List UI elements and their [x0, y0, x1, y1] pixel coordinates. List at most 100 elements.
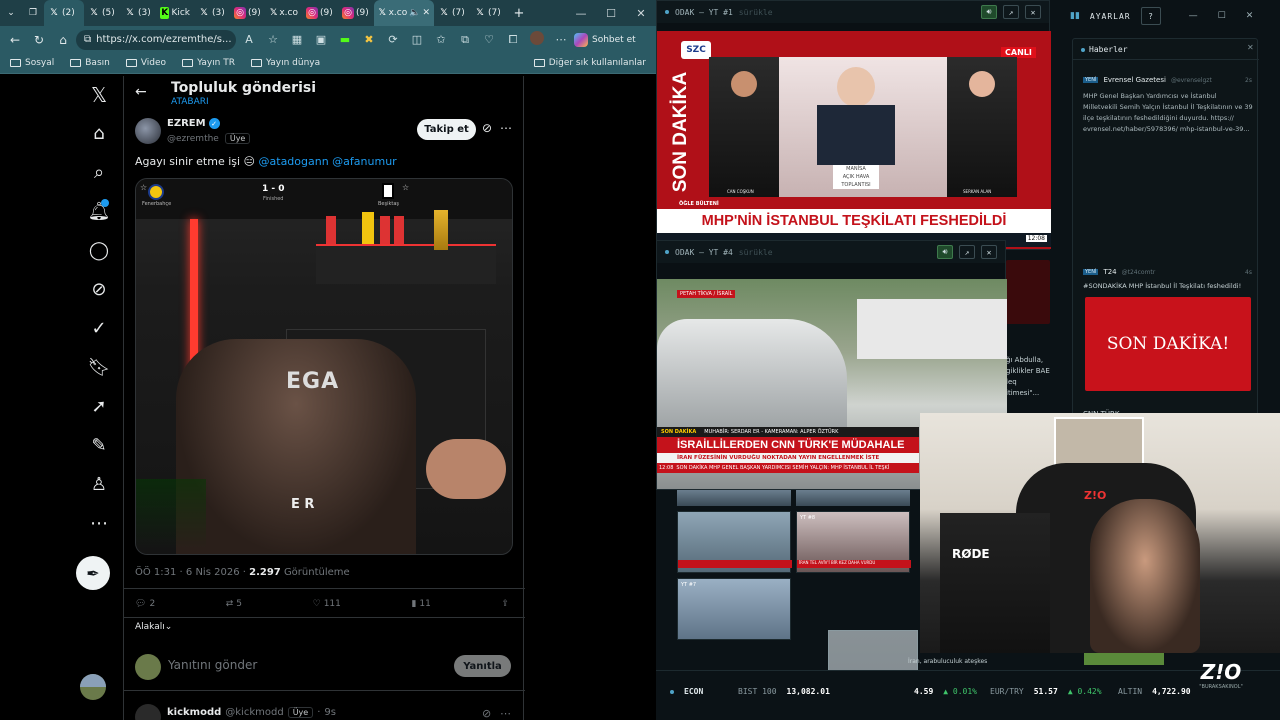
bookmark-folder-yayin-dunya[interactable]: Yayın dünya [250, 58, 320, 68]
tab-actions-menu[interactable]: ⌄ [0, 0, 22, 26]
grok-analyze-icon[interactable]: ⊘ [482, 121, 492, 135]
tab-close-icon[interactable]: ✕ [422, 8, 430, 18]
popout-icon[interactable]: ↗ [959, 245, 975, 259]
read-aloud-icon[interactable]: A [238, 33, 260, 46]
account-avatar[interactable] [80, 674, 106, 700]
bookmark-folder-yayin-tr[interactable]: Yayın TR [182, 58, 235, 68]
reply-button[interactable]: 💬︎ 2 [135, 599, 155, 609]
bookmark-folder-video[interactable]: Video [125, 58, 166, 68]
reply-avatar[interactable] [135, 704, 161, 720]
maximize-button[interactable]: ☐ [596, 7, 626, 20]
sound-toggle-icon[interactable]: 🔊︎ [937, 245, 953, 259]
sound-toggle-icon[interactable]: 🔊︎ [981, 5, 997, 19]
x-logo-icon[interactable]: 𝕏 [84, 80, 114, 110]
new-tab-button[interactable]: + [506, 0, 532, 26]
extension-2-icon[interactable]: ▣ [310, 33, 332, 46]
like-button[interactable]: ♡ 111 [313, 599, 341, 609]
follow-button[interactable]: Takip et [417, 119, 476, 140]
copilot-chat-button[interactable]: Sohbet et [574, 32, 636, 47]
community-name[interactable]: ATABARI [171, 97, 209, 107]
messages-icon[interactable]: ◯ [84, 235, 114, 265]
favorites-icon[interactable]: ✩ [430, 33, 452, 46]
back-icon[interactable]: ← [4, 33, 26, 47]
extension-5-icon[interactable]: ⟳ [382, 33, 404, 46]
news-item-text[interactable]: MHP Genel Başkan Yardımcısı ve İstanbul … [1083, 91, 1253, 135]
articles-icon[interactable]: ✎ [84, 430, 114, 460]
minimize-button[interactable]: — [1189, 11, 1198, 21]
reply-submit-button[interactable]: Yanıtla [454, 655, 511, 677]
close-window-button[interactable]: ✕ [1246, 11, 1254, 21]
business-rocket-icon[interactable]: ➚ [84, 391, 114, 421]
home-icon[interactable]: ⌂ [84, 118, 114, 148]
close-video-icon[interactable]: ✕ [981, 245, 997, 259]
news-item-text[interactable]: #SONDAKİKA MHP İstanbul İl Teşkilatı fes… [1083, 282, 1253, 290]
video-header[interactable]: ODAK — YT #1 sürükle 🔊︎ ↗ ✕ [657, 1, 1049, 23]
grok-analyze-icon[interactable]: ⊘ [482, 707, 491, 720]
bookmark-folder-other[interactable]: Diğer sık kullanılanlar [533, 58, 646, 68]
news-panel-close-icon[interactable]: ✕ [1247, 43, 1254, 52]
bookmark-folder-basin[interactable]: Basın [70, 58, 110, 68]
bookmark-button[interactable]: ▮ 11 [411, 599, 430, 609]
grok-icon[interactable]: ⊘ [84, 274, 114, 304]
extension-1-icon[interactable]: ▦ [286, 33, 308, 46]
more-options-icon[interactable]: ⋯ [500, 121, 512, 135]
home-icon[interactable]: ⌂ [52, 33, 74, 47]
minimize-button[interactable]: — [566, 7, 596, 20]
maximize-button[interactable]: ☐ [1218, 11, 1226, 21]
video-header[interactable]: ODAK — YT #4 sürükle 🔊︎ ↗ ✕ [657, 241, 1005, 263]
split-screen-icon[interactable]: ◫ [406, 33, 428, 46]
explore-search-icon[interactable]: ⌕ [84, 157, 114, 187]
thumbnail-1[interactable] [677, 511, 792, 573]
thumbnail-strip-top[interactable] [677, 490, 791, 506]
popout-icon[interactable]: ↗ [1003, 5, 1019, 19]
son-dakika-card[interactable]: SON DAKİKA! [1085, 297, 1251, 391]
thumbnail-strip-top[interactable] [796, 490, 910, 506]
tab-active[interactable]: 𝕏x.co 🔈 ✕ [374, 0, 434, 26]
sort-dropdown[interactable]: Alakalı⌄ [135, 622, 172, 632]
help-button[interactable]: ? [1140, 7, 1161, 25]
extensions-puzzle-icon[interactable]: ⧠ [502, 33, 524, 47]
thumbnail-2[interactable]: YT #8 İRAN TEL AVİV'İ BİR KEZ DAHA VURDU [796, 511, 911, 573]
bookmark-folder-sosyal[interactable]: Sosyal [10, 58, 54, 68]
more-menu-icon[interactable]: ⋯ [550, 33, 572, 46]
tab-3[interactable]: 𝕏 (3) [120, 0, 156, 26]
site-info-icon[interactable]: ⧉ [84, 34, 91, 45]
close-window-button[interactable]: ✕ [626, 7, 656, 20]
video-panel-yt1[interactable]: ODAK — YT #1 sürükle 🔊︎ ↗ ✕ SZC SON DAKİKA C… [656, 0, 1051, 250]
premium-check-icon[interactable]: ✓ [84, 313, 114, 343]
settings-label[interactable]: AYARLAR [1090, 12, 1131, 21]
reply-input[interactable]: Yanıtını gönder [168, 658, 257, 672]
extension-4-icon[interactable]: ✖ [358, 33, 380, 46]
back-arrow-icon[interactable]: ← [135, 84, 147, 100]
author-name-row[interactable]: EZREM ✓ [167, 118, 220, 129]
refresh-icon[interactable]: ↻ [28, 33, 50, 47]
repost-button[interactable]: ⇄ 5 [226, 599, 242, 609]
profile-avatar-icon[interactable] [526, 31, 548, 48]
tab-9[interactable]: ◎ (9) [338, 0, 374, 26]
close-video-icon[interactable]: ✕ [1025, 5, 1041, 19]
tab-2[interactable]: 𝕏 (5) [84, 0, 120, 26]
extension-3-icon[interactable]: ▬ [334, 33, 356, 46]
tab-6[interactable]: ◎ (9) [230, 0, 266, 26]
tab-5[interactable]: 𝕏 (3) [194, 0, 230, 26]
more-options-icon[interactable]: ⋯ [500, 707, 511, 720]
tab-8[interactable]: ◎ (9) [302, 0, 338, 26]
workspaces-icon[interactable]: ❐ [22, 0, 44, 26]
tab-12[interactable]: 𝕏 (7) [470, 0, 506, 26]
bookmarks-icon[interactable]: 🔖︎ [84, 352, 114, 382]
share-icon[interactable]: ⇪ [501, 599, 509, 609]
tab-7[interactable]: 𝕏x.co [266, 0, 302, 26]
more-circle-icon[interactable]: ⋯ [84, 508, 114, 538]
tweet-video[interactable]: Fenerbahçe 1 - 0 Finished Beşiktaş ☆ ☆ E… [135, 178, 513, 555]
tab-11[interactable]: 𝕏 (7) [434, 0, 470, 26]
notifications-bell-icon[interactable]: 🔔︎ [84, 196, 114, 226]
profile-icon[interactable]: ♙ [84, 469, 114, 499]
compose-post-button[interactable]: ✒ [76, 556, 110, 590]
tab-4[interactable]: K Kick [156, 0, 194, 26]
tab-1[interactable]: 𝕏 (2) [44, 0, 84, 26]
favorite-star-icon[interactable]: ☆ [262, 33, 284, 46]
tweet-mentions[interactable]: @atadogann @afanumur [259, 155, 397, 168]
thumbnail-3[interactable]: YT #7 [677, 578, 791, 640]
performance-icon[interactable]: ♡ [478, 33, 500, 46]
author-avatar[interactable] [135, 118, 161, 144]
